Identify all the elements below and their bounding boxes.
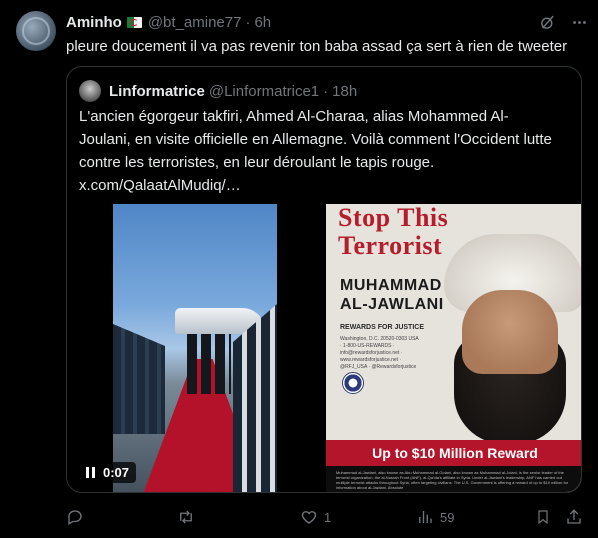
- views-count: 59: [440, 509, 455, 525]
- poster-title-line: Stop This: [338, 204, 449, 232]
- heart-icon: [301, 511, 317, 524]
- retweet-icon: [180, 510, 192, 524]
- retweet-button[interactable]: [176, 508, 202, 526]
- tweet[interactable]: Aminho @bt_amine77 · 6h pleure doucement…: [0, 0, 598, 538]
- reply-button[interactable]: [66, 508, 90, 526]
- algeria-flag-icon: [126, 16, 142, 28]
- quoted-text-line: L'ancien égorgeur takfiri, Ahmed Al-Char…: [79, 108, 509, 125]
- poster-title-line: Terrorist: [338, 231, 443, 260]
- poster-reward: Up to $10 Million Reward: [326, 440, 581, 466]
- bookmark-icon: [538, 510, 548, 525]
- poster-name-line: MUHAMMAD: [340, 277, 442, 294]
- reply-icon: [68, 510, 82, 525]
- poster-name-line: AL-JAWLANI: [340, 296, 444, 313]
- video-timecode: 0:07: [103, 465, 130, 480]
- separator-dot: ·: [323, 82, 329, 100]
- action-bar: 1 59: [0, 508, 598, 528]
- views-icon: [419, 511, 432, 523]
- tweet-text: pleure doucement il va pas revenir ton b…: [66, 38, 568, 55]
- poster-footer: Muhammad al-Jawlani, also known as Abu M…: [326, 466, 581, 492]
- like-button[interactable]: 1: [300, 508, 331, 526]
- author-name[interactable]: Aminho: [66, 14, 122, 31]
- avatar[interactable]: [16, 11, 56, 51]
- poster-title: Stop This Terrorist: [338, 204, 448, 260]
- video-player[interactable]: 0:07: [67, 204, 324, 492]
- separator-dot: ·: [245, 13, 251, 31]
- bookmark-button[interactable]: [535, 508, 551, 526]
- quoted-text-line: contre les terroristes, en leur déroulan…: [79, 154, 435, 171]
- quoted-author-handle[interactable]: @Linformatrice1: [209, 83, 319, 100]
- portrait-image: [434, 234, 581, 444]
- poster-rfj: REWARDS FOR JUSTICE: [340, 324, 425, 331]
- tweet-time[interactable]: 6h: [254, 14, 271, 31]
- wanted-poster-image[interactable]: Stop This Terrorist MUHAMMAD AL-JAWLANI …: [326, 204, 581, 492]
- quoted-text: L'ancien égorgeur takfiri, Ahmed Al-Char…: [79, 105, 569, 197]
- quoted-link[interactable]: x.com/QalaatAlMudiq/…: [79, 174, 569, 197]
- views-button[interactable]: 59: [416, 508, 454, 526]
- seal-icon: [342, 372, 364, 394]
- like-count: 1: [324, 509, 332, 525]
- author-handle[interactable]: @bt_amine77: [148, 14, 242, 31]
- more-icon[interactable]: [570, 13, 588, 31]
- quoted-time[interactable]: 18h: [332, 83, 357, 100]
- tweet-top-icons: [538, 13, 588, 31]
- share-button[interactable]: [565, 508, 583, 526]
- quoted-text-line: Joulani, en visite officielle en Allemag…: [79, 131, 552, 148]
- poster-name: MUHAMMAD AL-JAWLANI: [340, 276, 444, 314]
- quoted-tweet[interactable]: Linformatrice @Linformatrice1 · 18h L'an…: [66, 66, 582, 493]
- tweet-header: Aminho @bt_amine77 · 6h: [66, 12, 271, 32]
- quoted-avatar[interactable]: [79, 80, 101, 102]
- quoted-tweet-header: Linformatrice @Linformatrice1 · 18h: [79, 80, 357, 102]
- pause-icon[interactable]: [86, 467, 95, 478]
- delegation-image: [187, 334, 231, 394]
- share-icon: [567, 509, 581, 524]
- grok-icon[interactable]: [538, 13, 556, 31]
- quoted-author-name[interactable]: Linformatrice: [109, 83, 205, 100]
- video-controls[interactable]: 0:07: [79, 462, 137, 483]
- honor-guard-left: [113, 324, 165, 434]
- poster-contact: Washington, D.C. 20520-0303 USA · 1-800-…: [340, 336, 419, 370]
- media-grid: 0:07 Stop This Terrorist MUHAMMAD AL-JAW…: [67, 204, 581, 492]
- video-frame: [113, 204, 277, 492]
